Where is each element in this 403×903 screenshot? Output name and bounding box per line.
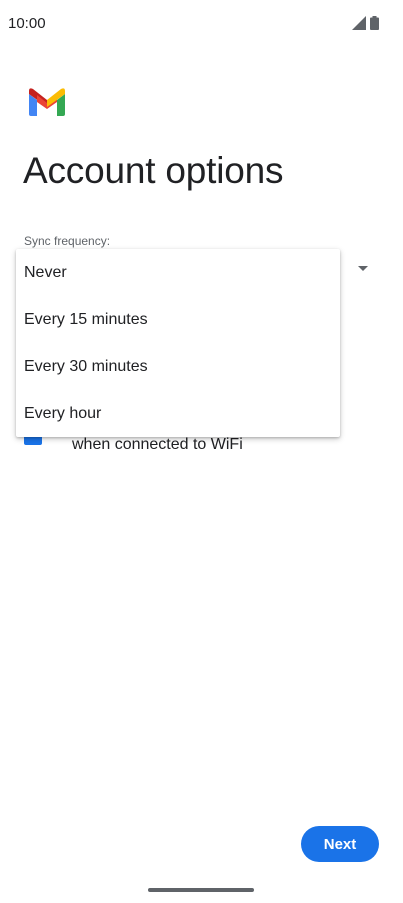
menu-item-never[interactable]: Never bbox=[16, 249, 340, 296]
wifi-checkbox-label: when connected to WiFi bbox=[72, 436, 243, 453]
status-time: 10:00 bbox=[8, 15, 46, 32]
dropdown-arrow-icon[interactable] bbox=[358, 266, 368, 271]
sync-frequency-label: Sync frequency: bbox=[24, 234, 111, 248]
page-title: Account options bbox=[23, 150, 284, 191]
navigation-handle[interactable] bbox=[148, 888, 254, 892]
sync-frequency-menu: Never Every 15 minutes Every 30 minutes … bbox=[16, 249, 340, 437]
gmail-logo-icon bbox=[29, 88, 65, 116]
menu-item-every-30-minutes[interactable]: Every 30 minutes bbox=[16, 343, 340, 390]
status-bar: 10:00 bbox=[0, 0, 403, 48]
signal-icon bbox=[352, 16, 366, 35]
status-icons bbox=[352, 16, 379, 35]
next-button[interactable]: Next bbox=[301, 826, 379, 862]
battery-icon bbox=[370, 16, 379, 35]
menu-item-every-15-minutes[interactable]: Every 15 minutes bbox=[16, 296, 340, 343]
menu-item-every-hour[interactable]: Every hour bbox=[16, 390, 340, 437]
